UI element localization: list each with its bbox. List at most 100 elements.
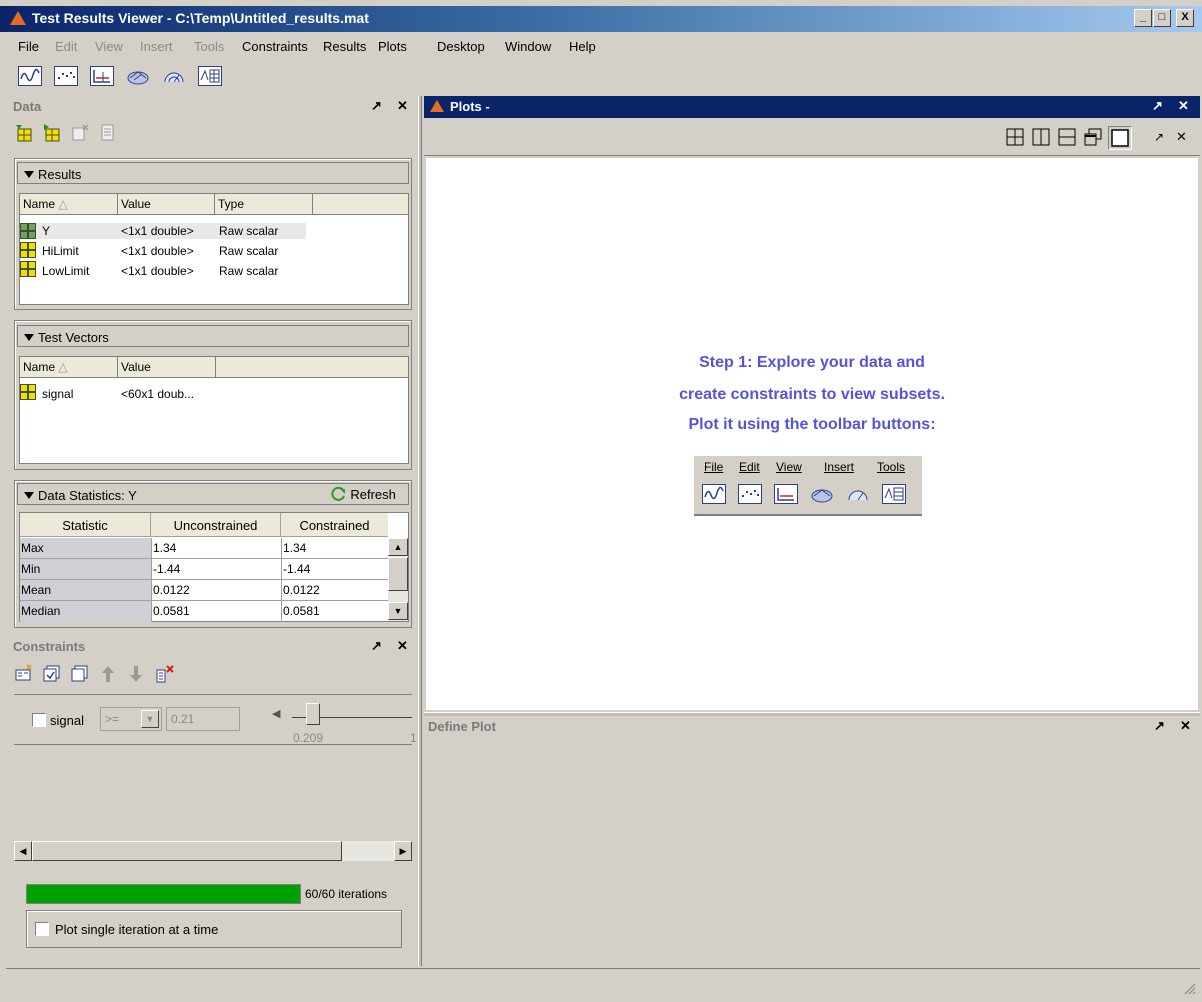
stat-label: Median: [21, 604, 61, 618]
delete-constraint-icon[interactable]: [154, 664, 174, 684]
menu-tools[interactable]: Tools: [194, 39, 224, 54]
plots-layout-toolbar: ↗ ✕: [424, 120, 1200, 156]
statistics-header[interactable]: Data Statistics: Y Refresh: [17, 483, 409, 505]
statistics-scrollbar[interactable]: ▲ ▼: [388, 538, 408, 621]
close-icon[interactable]: ✕: [397, 98, 408, 114]
refresh-button[interactable]: Refresh: [331, 486, 396, 502]
data-toolbar: [14, 121, 144, 145]
menu-results[interactable]: Results: [323, 39, 366, 54]
preview-menu-insert: Insert: [824, 460, 855, 474]
scroll-up-button[interactable]: ▲: [388, 538, 408, 556]
table-plot-icon[interactable]: [198, 66, 222, 86]
limit-plot-icon[interactable]: [90, 66, 114, 86]
constraint-value-input[interactable]: 0.21: [166, 707, 240, 731]
test-vectors-header[interactable]: Test Vectors: [17, 325, 409, 347]
close-icon[interactable]: ✕: [1176, 129, 1187, 145]
scroll-thumb[interactable]: [32, 841, 342, 861]
preview-menu-view: View: [776, 460, 802, 474]
select-all-icon[interactable]: [42, 664, 62, 684]
column-header-name[interactable]: Name △: [20, 357, 118, 378]
preview-menu-file: File: [704, 460, 724, 474]
minimize-button[interactable]: _: [1134, 9, 1152, 27]
delete-data-icon[interactable]: [70, 123, 90, 143]
floating-windows-icon[interactable]: [1084, 128, 1104, 148]
scroll-right-button[interactable]: ▶: [394, 841, 412, 861]
properties-icon[interactable]: [98, 123, 118, 143]
slider-left-arrow-icon[interactable]: ◀: [272, 707, 280, 720]
result-icon: [20, 223, 36, 239]
menu-insert[interactable]: Insert: [140, 39, 173, 54]
stat-unconstrained: 1.34: [153, 541, 177, 555]
result-type: Raw scalar: [219, 244, 279, 258]
single-iteration-checkbox[interactable]: [35, 922, 49, 936]
undock-icon[interactable]: ↗: [371, 638, 382, 654]
move-up-icon[interactable]: [98, 664, 118, 684]
refresh-icon: [331, 486, 345, 501]
scroll-left-button[interactable]: ◀: [14, 841, 32, 861]
scatter-plot-icon[interactable]: [54, 66, 78, 86]
undock-icon[interactable]: ↗: [1152, 98, 1163, 114]
result-name[interactable]: HiLimit: [42, 244, 79, 258]
import-data-icon[interactable]: [14, 123, 34, 143]
constraint-slider-thumb[interactable]: [306, 703, 320, 725]
close-icon[interactable]: ✕: [1180, 718, 1191, 734]
maximize-button[interactable]: □: [1153, 9, 1171, 27]
resize-grip-icon[interactable]: [1182, 981, 1196, 995]
scatter-plot-icon: [738, 484, 762, 504]
single-iteration-label: Plot single iteration at a time: [55, 922, 219, 937]
define-plot-title: Define Plot ↗ ✕: [428, 718, 1191, 734]
menu-view[interactable]: View: [95, 39, 123, 54]
column-header-unconstrained[interactable]: Unconstrained: [151, 513, 281, 537]
result-value: <1x1 double>: [121, 244, 194, 258]
undock-icon[interactable]: ↗: [371, 98, 382, 114]
scroll-thumb[interactable]: [388, 557, 408, 591]
menu-plots[interactable]: Plots: [378, 39, 407, 54]
menu-bar: File Edit View Insert Tools Constraints …: [0, 34, 1202, 58]
column-header-value[interactable]: Value: [118, 357, 216, 378]
menu-window[interactable]: Window: [505, 39, 551, 54]
vector-name[interactable]: signal: [42, 387, 73, 401]
title-bar: Test Results Viewer - C:\Temp\Untitled_r…: [0, 6, 1202, 32]
constraints-hscrollbar[interactable]: ◀ ▶: [14, 841, 412, 861]
column-header-value[interactable]: Value: [118, 194, 215, 215]
menu-file[interactable]: File: [18, 39, 39, 54]
single-layout-icon[interactable]: [1108, 126, 1132, 150]
move-down-icon[interactable]: [126, 664, 146, 684]
surface-plot-icon: [810, 484, 834, 507]
result-value: <1x1 double>: [121, 264, 194, 278]
append-data-icon[interactable]: [42, 123, 62, 143]
split-horizontal-icon[interactable]: [1058, 128, 1078, 148]
results-header[interactable]: Results: [17, 162, 409, 184]
menu-desktop[interactable]: Desktop: [437, 39, 485, 54]
close-icon[interactable]: ✕: [397, 638, 408, 654]
undock-icon[interactable]: ↗: [1154, 718, 1165, 734]
polar-plot-icon[interactable]: [162, 66, 186, 86]
collapse-triangle-icon: [24, 492, 34, 499]
main-toolbar: [0, 60, 1202, 92]
line-plot-icon[interactable]: [18, 66, 42, 86]
duplicate-icon[interactable]: [70, 664, 90, 684]
surface-plot-icon[interactable]: [126, 66, 150, 86]
new-constraint-icon[interactable]: [14, 664, 34, 684]
menu-help[interactable]: Help: [569, 39, 596, 54]
operator-select[interactable]: >= ▼: [100, 707, 162, 731]
column-header-statistic[interactable]: Statistic: [20, 513, 151, 537]
close-icon[interactable]: ✕: [1178, 98, 1189, 114]
constraint-checkbox[interactable]: [32, 713, 46, 727]
column-header-name[interactable]: Name △: [20, 194, 118, 215]
result-name[interactable]: LowLimit: [42, 264, 89, 278]
stat-unconstrained: -1.44: [153, 562, 181, 576]
split-vertical-icon[interactable]: [1032, 128, 1052, 148]
menu-edit[interactable]: Edit: [55, 39, 77, 54]
scroll-down-button[interactable]: ▼: [388, 602, 408, 620]
column-header-constrained[interactable]: Constrained: [281, 513, 388, 537]
undock-icon[interactable]: ↗: [1154, 130, 1164, 144]
close-button[interactable]: X: [1176, 9, 1194, 27]
preview-menu-edit: Edit: [739, 460, 760, 474]
stat-constrained: 0.0581: [283, 604, 320, 618]
chevron-down-icon[interactable]: ▼: [141, 710, 159, 728]
grid-2x2-icon[interactable]: [1006, 128, 1026, 148]
column-header-type[interactable]: Type: [215, 194, 313, 215]
menu-constraints[interactable]: Constraints: [242, 39, 308, 54]
panel-splitter[interactable]: [418, 96, 422, 966]
